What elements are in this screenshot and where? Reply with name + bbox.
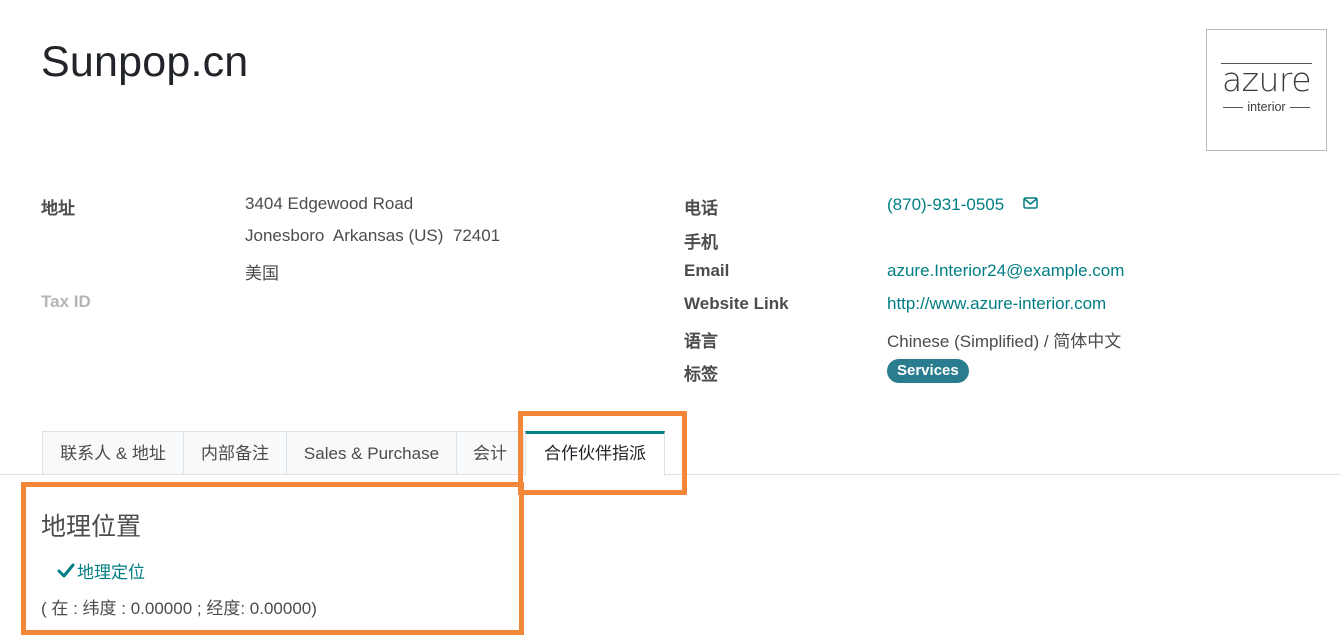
website-link[interactable]: http://www.azure-interior.com <box>887 294 1106 314</box>
tab-internal-notes[interactable]: 内部备注 <box>183 431 287 475</box>
tab-sales-purchase[interactable]: Sales & Purchase <box>286 431 457 475</box>
tab-contacts-addresses[interactable]: 联系人 & 地址 <box>42 431 184 475</box>
highlight-box-tab <box>518 411 687 495</box>
phone-link[interactable]: (870)-931-0505 <box>887 195 1004 215</box>
tags-label: 标签 <box>684 365 718 384</box>
address-street: 3404 Edgewood Road <box>245 194 414 213</box>
geolocate-button[interactable]: 地理定位 <box>57 558 145 583</box>
address-country: 美国 <box>245 264 279 283</box>
language-label: 语言 <box>684 332 718 351</box>
address-city: Jonesboro Arkansas (US) 72401 <box>245 226 501 245</box>
record-title: Sunpop.cn <box>41 38 249 86</box>
website-label: Website Link <box>684 294 789 313</box>
logo-text: azure <box>1221 60 1312 99</box>
language-value: Chinese (Simplified) / 简体中文 <box>887 332 1122 351</box>
avatar[interactable]: azure interior <box>1206 29 1327 151</box>
geo-section-title: 地理位置 <box>41 513 142 541</box>
envelope-icon[interactable] <box>1023 197 1038 209</box>
logo-subtext: interior <box>1207 100 1326 114</box>
tax-id-label: Tax ID <box>41 292 91 311</box>
check-icon <box>57 563 75 578</box>
phone-label: 电话 <box>684 199 718 218</box>
address-label: 地址 <box>41 199 75 218</box>
geo-coordinates: ( 在 : 纬度 : 0.00000 ; 经度: 0.00000) <box>41 599 317 618</box>
email-link[interactable]: azure.Interior24@example.com <box>887 261 1124 281</box>
geolocate-label: 地理定位 <box>77 563 145 582</box>
tab-accounting[interactable]: 会计 <box>456 431 524 475</box>
email-label: Email <box>684 261 730 280</box>
mobile-label: 手机 <box>684 233 718 252</box>
tag-badge-services[interactable]: Services <box>887 359 969 383</box>
